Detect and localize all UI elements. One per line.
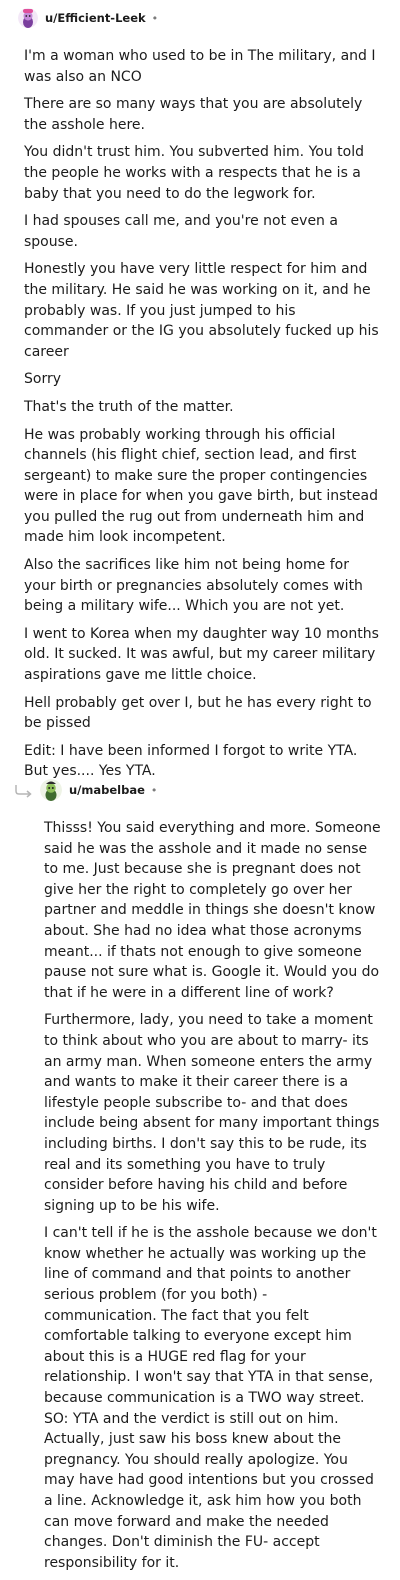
comment-body: Thisss! You said everything and more. So…	[44, 818, 382, 1580]
meta-separator: •	[151, 11, 159, 25]
username[interactable]: u/Efficient-Leek	[45, 11, 146, 25]
comment-body: I'm a woman who used to be in The milita…	[24, 46, 384, 789]
comment-paragraph: Thisss! You said everything and more. So…	[44, 820, 381, 1001]
username[interactable]: u/mabelbae	[69, 783, 145, 797]
green-snoo-avatar-icon[interactable]	[40, 779, 62, 801]
comment-paragraph: Hell probably get over I, but he has eve…	[24, 694, 372, 732]
comment-paragraph: You didn't trust him. You subverted him.…	[24, 144, 364, 202]
comment-paragraph: Furthermore, lady, you need to take a mo…	[44, 1012, 380, 1214]
purple-snoo-avatar-icon[interactable]	[18, 8, 38, 28]
comment-paragraph: I'm a woman who used to be in The milita…	[24, 48, 376, 85]
comment-header: u/mabelbae •	[0, 770, 400, 806]
comment-paragraph: Honestly you have very little respect fo…	[24, 261, 379, 360]
comment-paragraph: Also the sacrifices like him not being h…	[24, 557, 363, 615]
comment-paragraph: Sorry	[24, 371, 62, 388]
meta-separator: •	[150, 783, 158, 797]
comment-paragraph: I had spouses call me, and you're not ev…	[24, 213, 338, 250]
reply-comment: u/mabelbae • Thisss! You said everything…	[0, 770, 400, 1571]
comment-paragraph: There are so many ways that you are abso…	[24, 96, 363, 133]
comment: u/Efficient-Leek • I'm a woman who used …	[0, 0, 400, 779]
comment-header: u/Efficient-Leek •	[0, 0, 400, 34]
comment-paragraph: I can't tell if he is the asshole becaus…	[44, 1225, 377, 1571]
comment-paragraph: That's the truth of the matter.	[24, 398, 234, 415]
comment-paragraph: He was probably working through his offi…	[24, 426, 378, 546]
comment-paragraph: I went to Korea when my daughter way 10 …	[24, 625, 379, 684]
reply-arrow-icon	[14, 783, 34, 798]
